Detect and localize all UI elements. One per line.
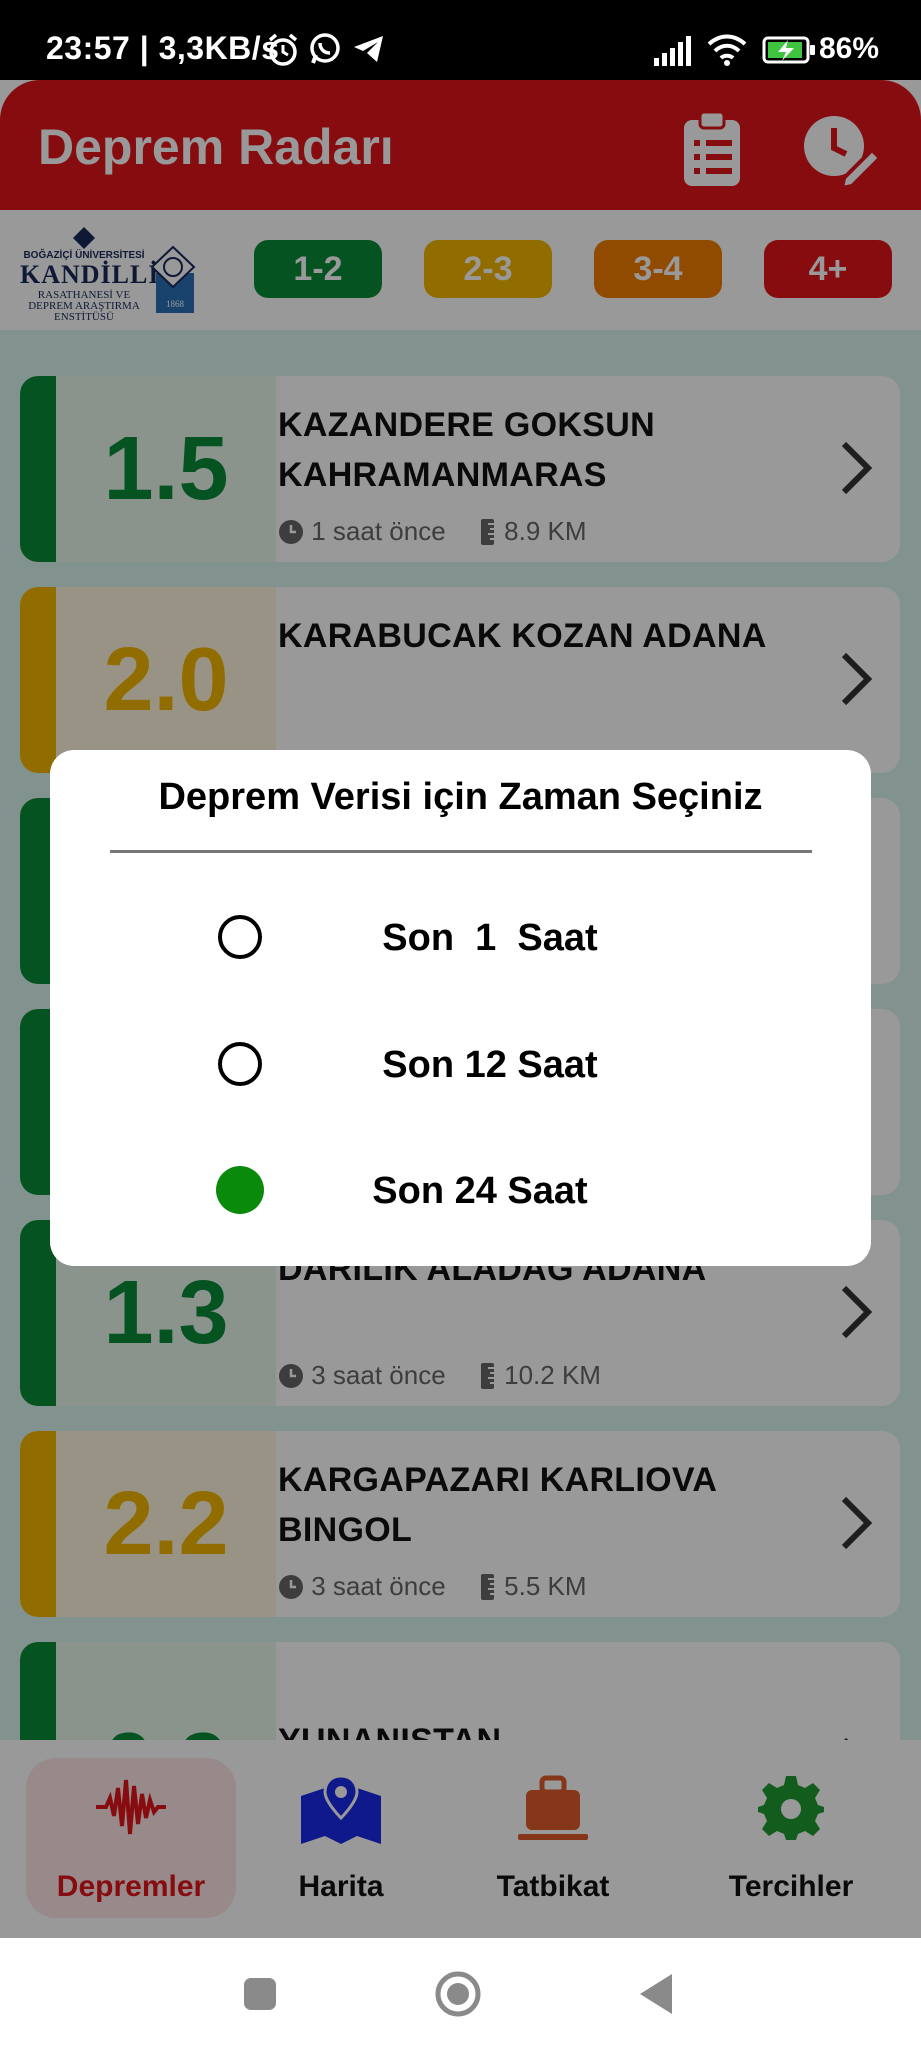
radio-button[interactable] (216, 1166, 264, 1214)
alarm-icon (268, 33, 298, 66)
option-son-12-saat[interactable]: Son 12 Saat (50, 1016, 871, 1116)
radio-button[interactable] (218, 915, 262, 959)
option-label: Son 1 Saat (382, 917, 598, 959)
option-label: Son 24 Saat (372, 1170, 588, 1212)
time-range-dialog: Deprem Verisi için Zaman Seçiniz Son 1 S… (50, 750, 871, 1266)
wifi-icon (707, 34, 747, 66)
radio-button[interactable] (218, 1042, 262, 1086)
signal-icon (654, 36, 691, 66)
status-time: 23:57 | 3,3KB/s (46, 30, 280, 66)
battery-icon (762, 36, 815, 64)
back-button[interactable] (638, 1972, 674, 2016)
dialog-divider (110, 850, 812, 853)
option-label: Son 12 Saat (382, 1044, 598, 1086)
telegram-icon (354, 36, 383, 62)
recent-apps-button[interactable] (242, 1976, 278, 2012)
dialog-title: Deprem Verisi için Zaman Seçiniz (158, 776, 763, 818)
app-screen: 23:57 | 3,3KB/s 86% Deprem Radarı BOĞAZİ… (0, 0, 921, 2048)
option-son-1-saat[interactable]: Son 1 Saat (50, 889, 871, 989)
status-bar: 23:57 | 3,3KB/s 86% (0, 0, 921, 80)
whatsapp-icon (310, 33, 340, 64)
option-son-24-saat[interactable]: Son 24 Saat (50, 1142, 871, 1242)
system-navigation-bar (0, 1938, 921, 2048)
battery-percent: 86% (818, 32, 879, 65)
home-button[interactable] (434, 1970, 482, 2018)
